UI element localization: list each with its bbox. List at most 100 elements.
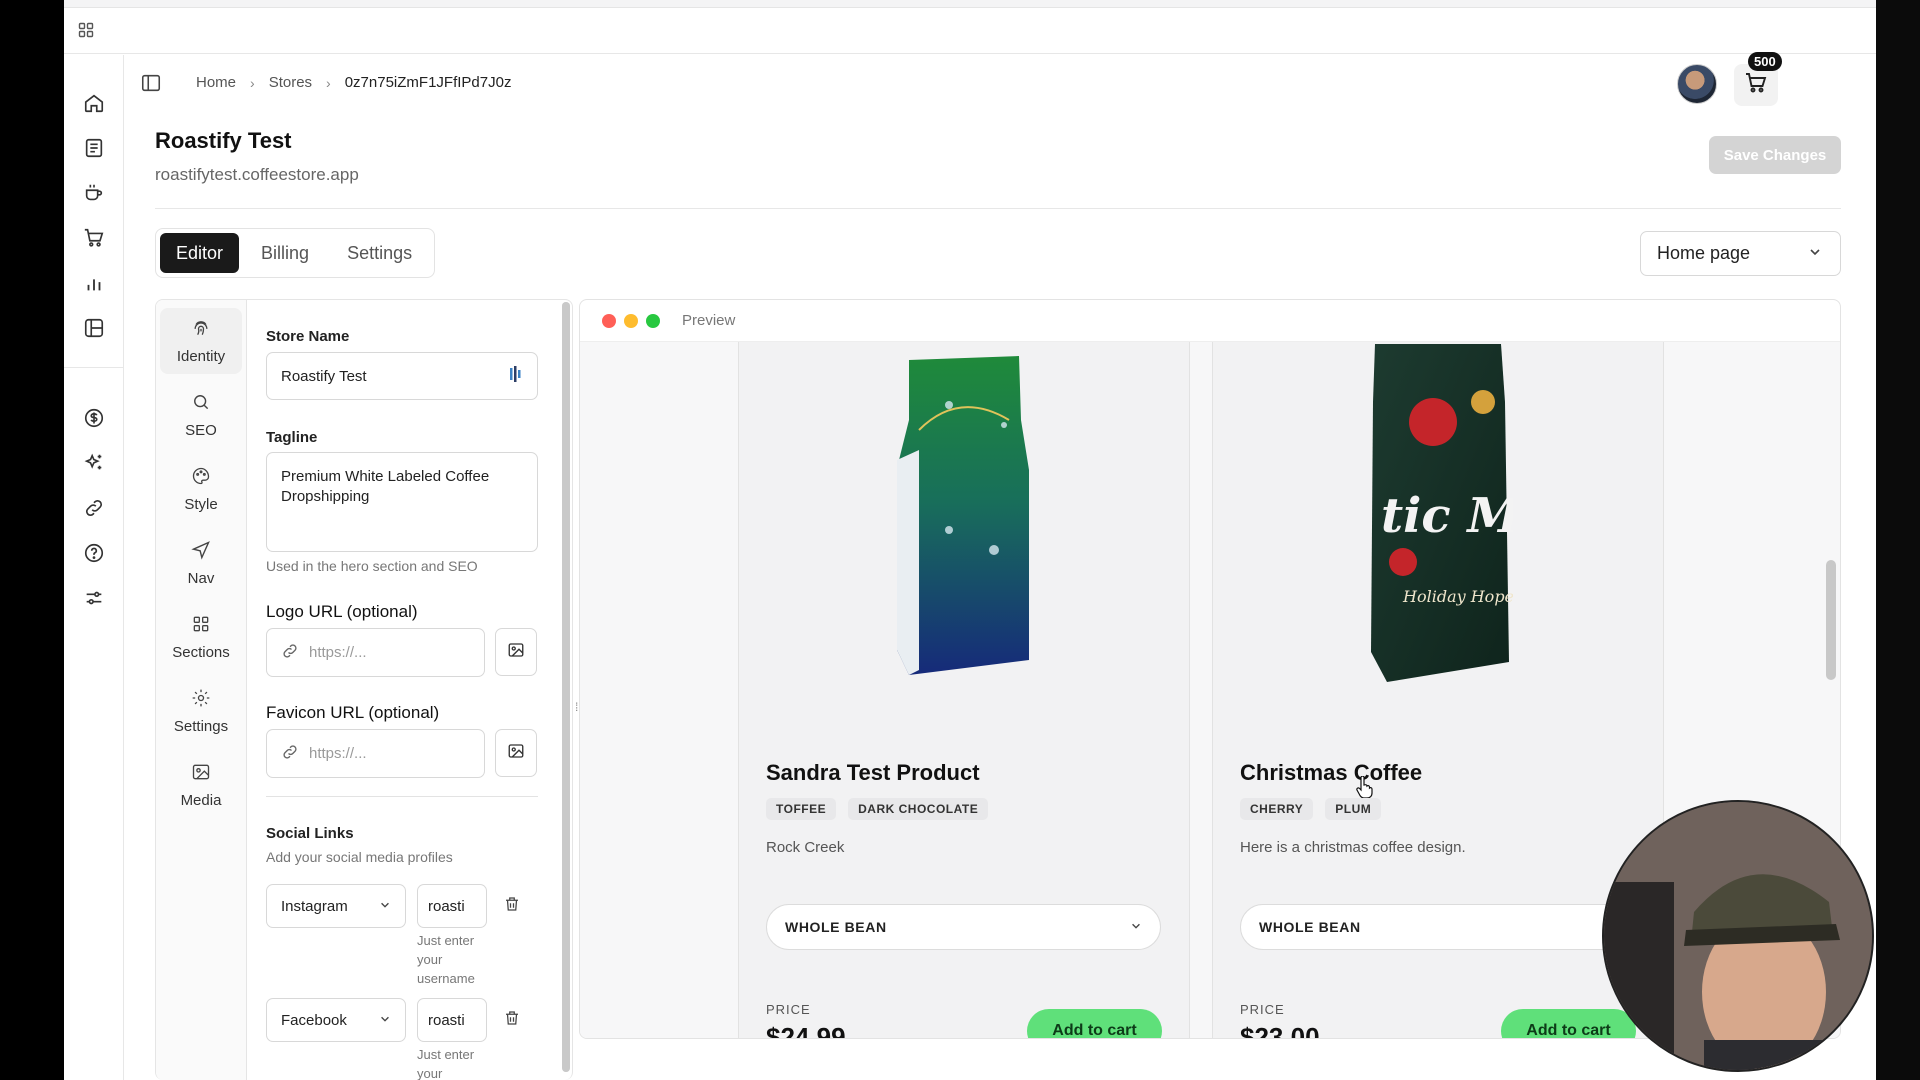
sparkles-icon[interactable] (83, 452, 105, 474)
store-domain: roastifytest.coffeestore.app (155, 165, 359, 184)
product-tags: TOFFEE DARK CHOCOLATE (766, 798, 989, 820)
social-links-hint: Add your social media profiles (266, 849, 453, 865)
grind-select[interactable]: WHOLE BEAN (766, 904, 1161, 950)
logo-url-input[interactable]: https://... (266, 628, 485, 677)
tagline-textarea[interactable]: Premium White Labeled Coffee Dropshippin… (266, 452, 538, 552)
flavor-tag: TOFFEE (766, 798, 837, 820)
section-settings[interactable]: Settings (160, 678, 242, 744)
apps-grid-icon[interactable] (78, 22, 94, 43)
trash-icon[interactable] (503, 1008, 525, 1032)
social-platform-select[interactable]: Facebook (266, 998, 406, 1042)
header-divider (155, 208, 1841, 209)
section-nav-item[interactable]: Nav (160, 530, 242, 596)
tab-settings[interactable]: Settings (331, 233, 428, 273)
preview-label: Preview (682, 312, 736, 329)
section-seo[interactable]: SEO (160, 382, 242, 448)
image-icon (191, 762, 211, 786)
price-label: PRICE (1240, 1002, 1285, 1017)
favicon-url-label: Favicon URL (optional) (266, 703, 440, 722)
breadcrumb-current: 0z7n75iZmF1JFfIPd7J0z (344, 74, 512, 91)
logo-image-picker-button[interactable] (495, 628, 537, 676)
social-username-input[interactable]: roasti (417, 998, 487, 1042)
page-select[interactable]: Home page (1640, 231, 1841, 276)
svg-text:tic Mug: tic Mug (1381, 488, 1513, 544)
product-card[interactable]: tic Mug Holiday Hope Christmas Coffee CH… (1212, 342, 1664, 1038)
link-icon[interactable] (83, 497, 105, 519)
dollar-icon[interactable] (83, 407, 105, 429)
flavor-tag: CHERRY (1240, 798, 1314, 820)
grid-icon (191, 614, 211, 638)
section-label: Sections (172, 643, 230, 661)
fingerprint-icon (191, 318, 211, 342)
page-select-value: Home page (1657, 243, 1751, 263)
hand-cursor-icon (1355, 775, 1373, 803)
social-username-hint: Just enter your username (417, 933, 475, 986)
social-platform-select[interactable]: Instagram (266, 884, 406, 928)
favicon-image-picker-button[interactable] (495, 729, 537, 777)
social-platform-value: Instagram (281, 897, 348, 915)
password-manager-icon[interactable] (509, 365, 523, 387)
window-dot-green (646, 313, 660, 328)
image-icon (507, 641, 525, 664)
chevron-right-icon: › (250, 74, 255, 91)
editor-scrollbar[interactable] (562, 302, 570, 1072)
cart-icon[interactable] (83, 227, 105, 249)
section-sections[interactable]: Sections (160, 604, 242, 670)
tab-billing[interactable]: Billing (245, 233, 325, 273)
favicon-url-input[interactable]: https://... (266, 729, 485, 778)
home-icon[interactable] (83, 92, 105, 114)
window-dot-red (602, 313, 616, 328)
social-platform-value: Facebook (281, 1011, 347, 1029)
app-top-bar (64, 8, 1876, 54)
product-name: Christmas Coffee (1240, 760, 1423, 785)
store-name-input[interactable]: Roastify Test (266, 352, 538, 400)
sidebar-toggle-icon[interactable] (140, 72, 162, 99)
avatar[interactable] (1677, 64, 1717, 104)
grind-value: WHOLE BEAN (785, 919, 887, 935)
sliders-icon[interactable] (83, 587, 105, 609)
cart-count-badge: 500 (1748, 52, 1782, 71)
product-card[interactable]: Sandra Test Product TOFFEE DARK CHOCOLAT… (738, 342, 1190, 1038)
favicon-url-placeholder: https://... (309, 745, 367, 762)
cart-icon (1744, 71, 1768, 100)
chevron-right-icon: › (326, 74, 331, 91)
newspaper-icon[interactable] (83, 137, 105, 159)
product-name: Sandra Test Product (766, 760, 980, 785)
help-icon[interactable] (83, 542, 105, 564)
form-divider (266, 796, 538, 797)
breadcrumb-stores[interactable]: Stores (269, 74, 312, 91)
logo-url-placeholder: https://... (309, 644, 367, 661)
store-name-value: Roastify Test (281, 367, 367, 385)
section-identity[interactable]: Identity (160, 308, 242, 374)
add-to-cart-button[interactable]: Add to cart (1501, 1009, 1636, 1038)
section-style[interactable]: Style (160, 456, 242, 522)
tab-editor[interactable]: Editor (160, 233, 240, 273)
grind-value: WHOLE BEAN (1259, 919, 1361, 935)
flavor-tag: DARK CHOCOLATE (848, 798, 989, 820)
coffee-icon[interactable] (83, 182, 105, 204)
trash-icon[interactable] (503, 894, 525, 918)
add-to-cart-button[interactable]: Add to cart (1027, 1009, 1162, 1038)
analytics-icon[interactable] (83, 272, 105, 294)
price-label: PRICE (766, 1002, 811, 1017)
link-icon (281, 743, 299, 765)
section-media[interactable]: Media (160, 752, 242, 818)
social-username-input[interactable]: roasti (417, 884, 487, 928)
breadcrumb-home[interactable]: Home (196, 74, 236, 91)
save-changes-button[interactable]: Save Changes (1709, 136, 1841, 174)
presenter-webcam-overlay (1602, 800, 1874, 1072)
section-label: SEO (185, 421, 217, 439)
chevron-down-icon (1130, 919, 1142, 935)
product-description: Rock Creek (766, 839, 845, 856)
grind-select[interactable]: WHOLE BEAN (1240, 904, 1635, 950)
editor-tabs: Editor Billing Settings (155, 228, 435, 278)
screen-edge (1876, 0, 1920, 1080)
section-label: Nav (187, 569, 215, 587)
tagline-label: Tagline (266, 429, 318, 446)
search-icon (191, 392, 211, 416)
chevron-down-icon (379, 898, 391, 915)
scrollbar-thumb[interactable] (1826, 560, 1836, 680)
design-icon[interactable] (83, 317, 105, 339)
preview-titlebar: Preview (580, 300, 1840, 342)
scrollbar-thumb[interactable] (562, 302, 570, 1072)
